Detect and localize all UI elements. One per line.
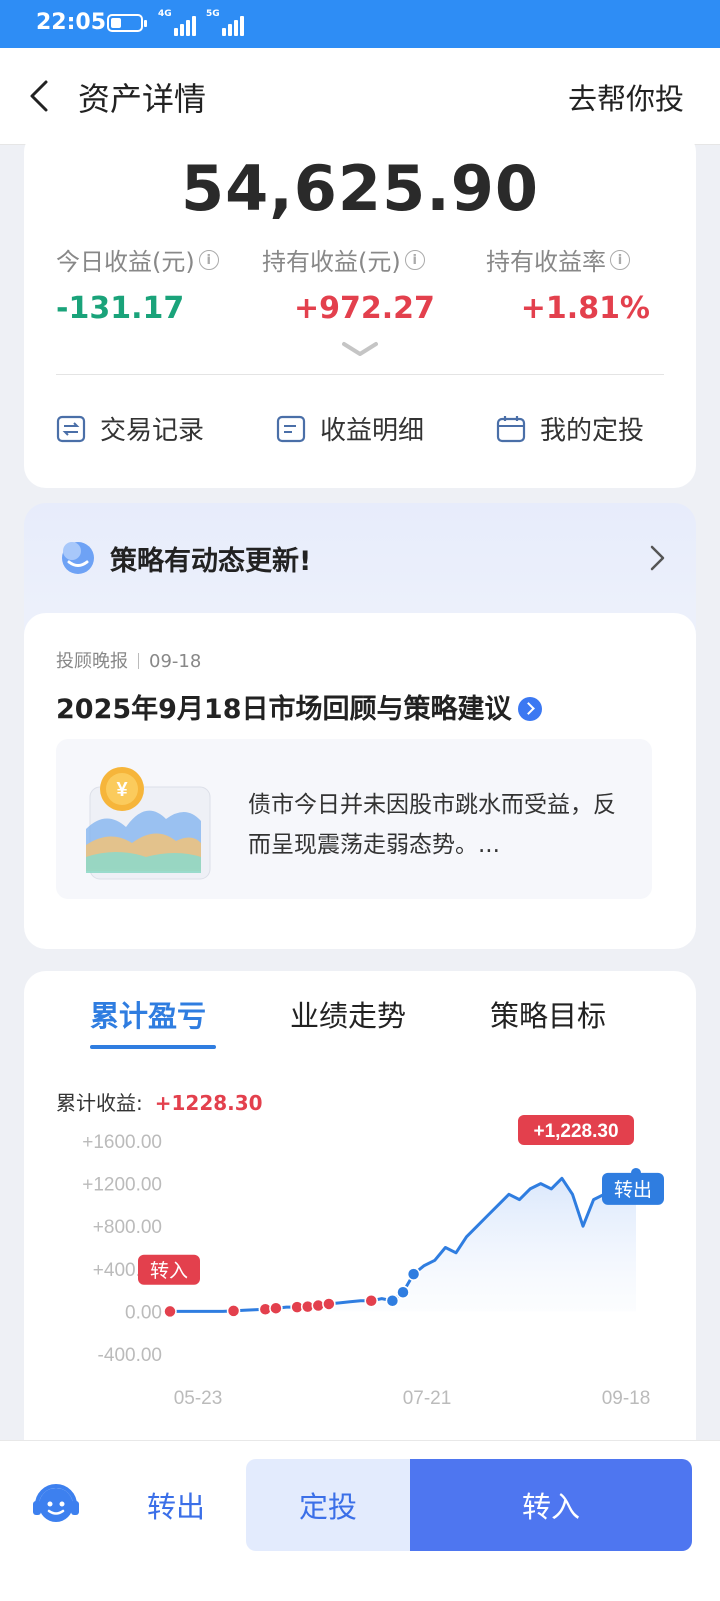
holding-return-value: +1.81% xyxy=(520,291,650,326)
info-icon[interactable]: i xyxy=(198,249,219,270)
active-tab-indicator xyxy=(90,1045,216,1049)
chevron-circle-icon xyxy=(517,697,542,721)
tab-performance-trend[interactable]: 业绩走势 xyxy=(290,993,406,1035)
y-tick-label: +800.00 xyxy=(93,1217,162,1238)
strategy-update-banner[interactable]: 策略有动态更新! xyxy=(24,503,696,613)
page-title: 资产详情 xyxy=(78,80,207,118)
y-tick-label: +1600.00 xyxy=(82,1132,162,1153)
report-source: 投顾晚报 xyxy=(56,651,128,672)
report-summary: 债市今日并未因股市跳水而受益，反而呈现震荡走弱态势。... xyxy=(248,792,616,858)
holding-return-rate: 持有收益率 i +1.81% xyxy=(486,242,650,326)
holding-profit-label: 持有收益(元) xyxy=(262,248,401,276)
buy-marker xyxy=(364,1294,378,1308)
exchange-icon xyxy=(56,415,86,442)
tab-strategy-target[interactable]: 策略目标 xyxy=(490,993,606,1035)
divider xyxy=(56,374,664,375)
profit-detail-button[interactable]: 收益明细 xyxy=(276,410,424,447)
info-icon[interactable]: i xyxy=(610,249,630,270)
signal-5g-icon: 5G xyxy=(206,9,244,36)
list-doc-icon xyxy=(276,415,306,442)
buy-marker xyxy=(322,1297,336,1311)
market-chart-illustration: ¥ xyxy=(86,767,211,880)
my-auto-invest-label: 我的定投 xyxy=(540,416,645,446)
x-tick-label: 09-18 xyxy=(602,1388,651,1409)
holding-profit-value: +972.27 xyxy=(294,291,435,326)
y-tick-label: +1200.00 xyxy=(82,1175,162,1196)
network-5g-label: 5G xyxy=(206,9,220,19)
report-title-text: 2025年9月18日市场回顾与策略建议 xyxy=(56,694,512,725)
smile-bubble-icon xyxy=(62,542,94,574)
tab-cumulative-pnl[interactable]: 累计盈亏 xyxy=(90,993,206,1035)
x-tick-label: 05-23 xyxy=(174,1388,223,1409)
transfer-in-button[interactable]: 转入 xyxy=(410,1459,692,1551)
asset-summary-card: 54,625.90 今日收益(元) i -131.17 持有收益(元) i +972… xyxy=(24,130,696,488)
info-icon[interactable]: i xyxy=(404,249,425,270)
profit-detail-label: 收益明细 xyxy=(320,416,425,446)
strategy-update-card: 策略有动态更新! 投顾晚报 09-18 2025年9月18日市场回顾与策略建议 ¥… xyxy=(24,503,696,949)
buy-marker xyxy=(269,1301,283,1315)
auto-invest-button[interactable]: 定投 xyxy=(246,1459,410,1551)
performance-chart-card: 累计盈亏 业绩走势 策略目标 累计收益: +1228.30 +1600.00 +12… xyxy=(24,971,696,1451)
calendar-icon xyxy=(496,415,526,442)
buy-tag: 转入 xyxy=(150,1260,188,1282)
peak-label: +1,228.30 xyxy=(533,1121,618,1142)
report-title[interactable]: 2025年9月18日市场回顾与策略建议 xyxy=(56,687,542,726)
advisor-report-card[interactable]: 投顾晚报 09-18 2025年9月18日市场回顾与策略建议 ¥ 债市今日并未因股… xyxy=(24,613,696,949)
total-assets-value: 54,625.90 xyxy=(180,152,540,225)
svg-text:¥: ¥ xyxy=(116,779,128,801)
chevron-down-icon[interactable] xyxy=(342,340,378,360)
my-auto-invest-button[interactable]: 我的定投 xyxy=(496,410,644,447)
transfer-out-button[interactable]: 转出 xyxy=(110,1459,242,1551)
today-profit-label: 今日收益(元) xyxy=(56,248,195,276)
cumulative-pnl-chart[interactable]: +1600.00+1200.00+800.00+400.000.00-400.0… xyxy=(24,1111,696,1411)
help-invest-link[interactable]: 去帮你投 xyxy=(568,76,684,118)
x-tick-label: 07-21 xyxy=(403,1388,452,1409)
sell-marker xyxy=(385,1294,400,1308)
holding-profit: 持有收益(元) i +972.27 xyxy=(262,242,435,326)
today-profit: 今日收益(元) i -131.17 xyxy=(56,242,219,326)
status-time: 22:05 xyxy=(36,10,107,35)
chevron-right-icon xyxy=(650,545,665,571)
today-profit-value: -131.17 xyxy=(56,291,185,326)
strategy-update-title: 策略有动态更新! xyxy=(110,546,312,577)
battery-icon xyxy=(107,14,147,32)
sell-tag: 转出 xyxy=(614,1179,652,1201)
network-4g-label: 4G xyxy=(158,9,172,19)
y-tick-label: -400.00 xyxy=(98,1345,162,1366)
report-summary-box[interactable]: ¥ 债市今日并未因股市跳水而受益，反而呈现震荡走弱态势。... xyxy=(56,739,652,899)
customer-service-icon[interactable] xyxy=(30,1479,82,1531)
holding-return-label: 持有收益率 xyxy=(486,248,606,276)
trade-records-button[interactable]: 交易记录 xyxy=(56,410,204,447)
buy-marker xyxy=(163,1304,177,1319)
sell-marker xyxy=(406,1267,421,1281)
bottom-action-bar: 转出 定投 转入 xyxy=(0,1440,720,1601)
y-tick-label: 0.00 xyxy=(125,1302,162,1323)
sell-marker xyxy=(396,1285,410,1299)
back-arrow-icon[interactable] xyxy=(22,76,62,116)
trade-records-label: 交易记录 xyxy=(100,416,205,446)
report-date: 09-18 xyxy=(149,651,202,672)
signal-4g-icon: 4G xyxy=(158,9,196,36)
status-bar: 22:05 4G 5G xyxy=(0,0,720,48)
report-meta: 投顾晚报 09-18 xyxy=(56,647,201,673)
buy-marker xyxy=(226,1304,241,1318)
